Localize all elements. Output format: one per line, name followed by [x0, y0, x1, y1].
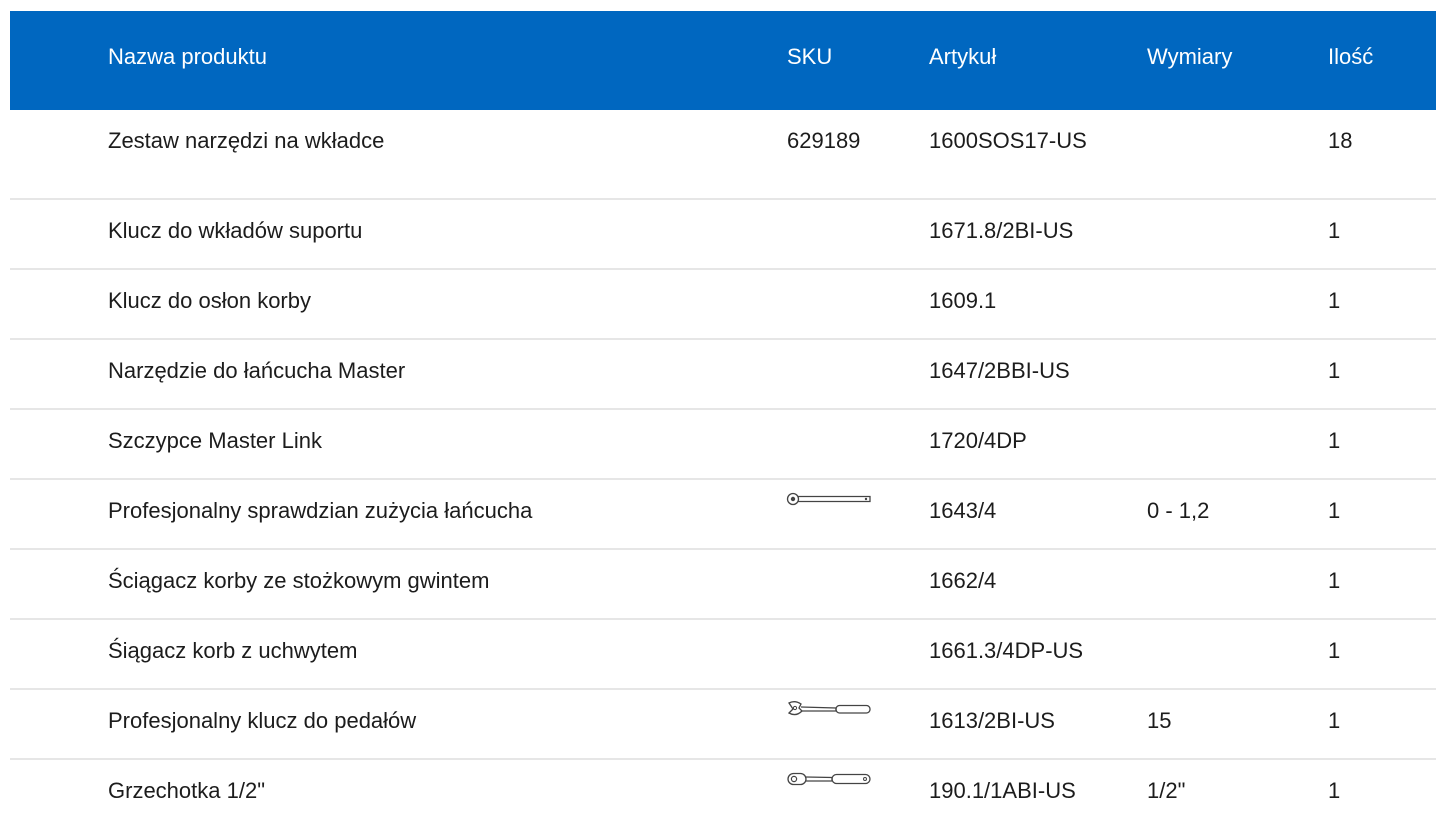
table-row: Szczypce Master Link 1720/4DP 1 — [10, 410, 1436, 480]
product-name: Klucz do wkładów suportu — [108, 218, 363, 243]
product-article: 1609.1 — [929, 288, 997, 313]
product-quantity: 18 — [1328, 128, 1353, 153]
table-row: Grzechotka 1/2" 190.1/1ABI-US 1/2" 1 — [10, 760, 1436, 828]
pedal-wrench-icon — [787, 701, 871, 716]
product-dimensions: 15 — [1147, 708, 1172, 733]
product-quantity: 1 — [1328, 358, 1341, 383]
product-quantity: 1 — [1328, 708, 1341, 733]
chain-wear-gauge-icon — [786, 492, 871, 506]
column-header-sku: SKU — [787, 44, 833, 69]
product-quantity: 1 — [1328, 428, 1341, 453]
product-quantity: 1 — [1328, 778, 1341, 803]
table-row: Śiągacz korb z uchwytem 1661.3/4DP-US 1 — [10, 620, 1436, 690]
product-dimensions: 1/2" — [1147, 778, 1186, 803]
column-header-article: Artykuł — [929, 44, 997, 69]
product-name: Ściągacz korby ze stożkowym gwintem — [108, 568, 490, 593]
product-name: Grzechotka 1/2" — [108, 778, 265, 803]
ratchet-icon — [787, 772, 871, 786]
product-quantity: 1 — [1328, 218, 1341, 243]
product-article: 1613/2BI-US — [929, 708, 1055, 733]
product-name: Szczypce Master Link — [108, 428, 322, 453]
table-row: Klucz do wkładów suportu 1671.8/2BI-US 1 — [10, 200, 1436, 270]
table-row: Profesjonalny sprawdzian zużycia łańcuch… — [10, 480, 1436, 550]
product-name: Narzędzie do łańcucha Master — [108, 358, 406, 383]
product-quantity: 1 — [1328, 498, 1341, 523]
product-name: Profesjonalny sprawdzian zużycia łańcuch… — [108, 498, 533, 523]
product-article: 1600SOS17-US — [929, 128, 1087, 153]
product-quantity: 1 — [1328, 288, 1341, 313]
product-article: 1647/2BBI-US — [929, 358, 1070, 383]
product-name: Zestaw narzędzi na wkładce — [108, 128, 385, 153]
product-name: Klucz do osłon korby — [108, 288, 311, 313]
product-article: 1720/4DP — [929, 428, 1027, 453]
column-header-name: Nazwa produktu — [108, 44, 267, 69]
product-sku: 629189 — [787, 128, 861, 153]
product-article: 190.1/1ABI-US — [929, 778, 1076, 803]
table-row: Profesjonalny klucz do pedałów 1613/2BI-… — [10, 690, 1436, 760]
table-row: Narzędzie do łańcucha Master 1647/2BBI-U… — [10, 340, 1436, 410]
product-name: Profesjonalny klucz do pedałów — [108, 708, 417, 733]
product-dimensions: 0 - 1,2 — [1147, 498, 1210, 523]
column-header-quantity: Ilość — [1328, 44, 1374, 69]
product-article: 1671.8/2BI-US — [929, 218, 1074, 243]
table-row: Zestaw narzędzi na wkładce 629189 1600SO… — [10, 110, 1436, 200]
table-row: Klucz do osłon korby 1609.1 1 — [10, 270, 1436, 340]
product-quantity: 1 — [1328, 568, 1341, 593]
product-article: 1643/4 — [929, 498, 997, 523]
column-header-dimensions: Wymiary — [1147, 44, 1233, 69]
product-table: Nazwa produktu SKU Artykuł Wymiary Ilość… — [10, 11, 1436, 828]
table-row: Ściągacz korby ze stożkowym gwintem 1662… — [10, 550, 1436, 620]
product-name: Śiągacz korb z uchwytem — [108, 638, 358, 663]
product-quantity: 1 — [1328, 638, 1341, 663]
product-article: 1661.3/4DP-US — [929, 638, 1084, 663]
table-header: Nazwa produktu SKU Artykuł Wymiary Ilość — [10, 11, 1436, 110]
product-article: 1662/4 — [929, 568, 997, 593]
